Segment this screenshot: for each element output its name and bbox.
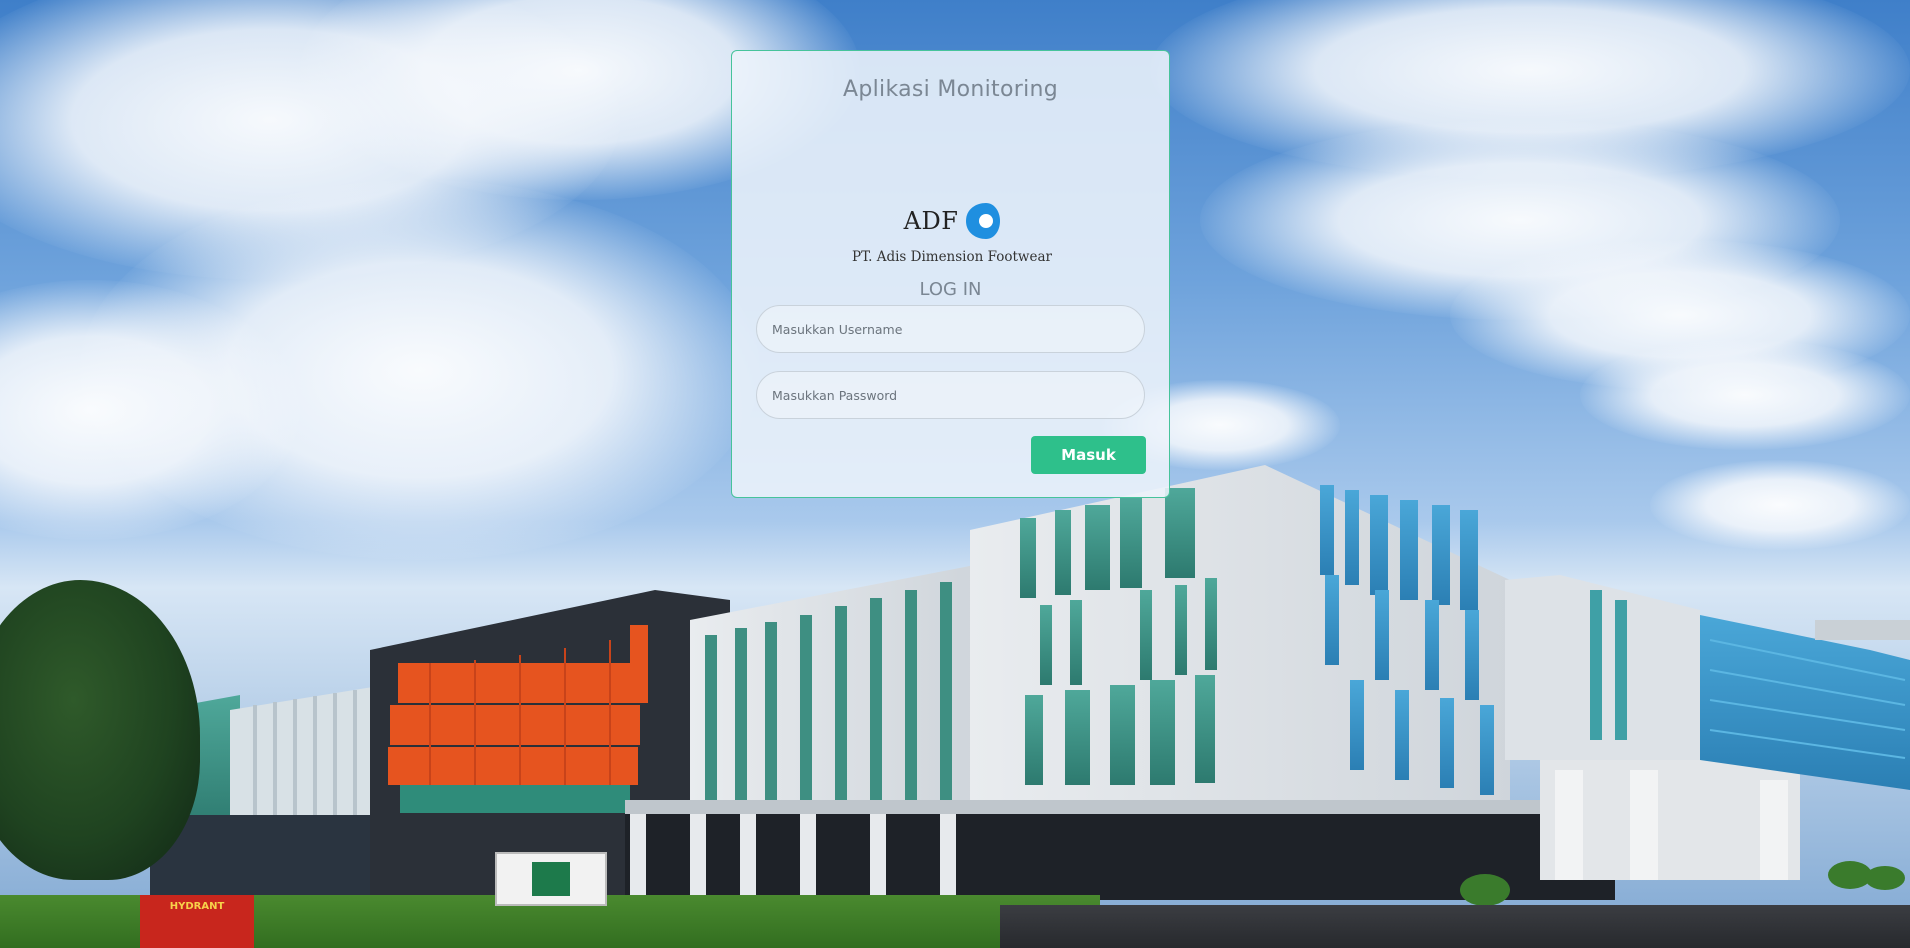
login-heading: LOG IN bbox=[919, 279, 982, 300]
background-scene: HYDRANT Aplikasi Monitoring ADF PT. Adis… bbox=[0, 0, 1910, 948]
login-submit-button[interactable]: Masuk bbox=[1031, 436, 1146, 474]
hydrant-label: HYDRANT bbox=[169, 901, 225, 912]
app-title: Aplikasi Monitoring bbox=[843, 77, 1058, 102]
adf-logo-icon bbox=[966, 203, 1001, 239]
assembly-point-icon bbox=[532, 862, 570, 896]
login-card: Aplikasi Monitoring ADF PT. Adis Dimensi… bbox=[731, 50, 1170, 498]
hydrant-box: HYDRANT bbox=[140, 895, 254, 948]
logo-mark-text: ADF bbox=[903, 207, 959, 235]
road bbox=[1000, 905, 1910, 948]
logo-row: ADF bbox=[852, 203, 1052, 239]
username-input[interactable] bbox=[756, 305, 1145, 353]
company-name: PT. Adis Dimension Footwear bbox=[852, 249, 1052, 265]
assembly-point-sign bbox=[495, 852, 607, 906]
password-input[interactable] bbox=[756, 371, 1145, 419]
